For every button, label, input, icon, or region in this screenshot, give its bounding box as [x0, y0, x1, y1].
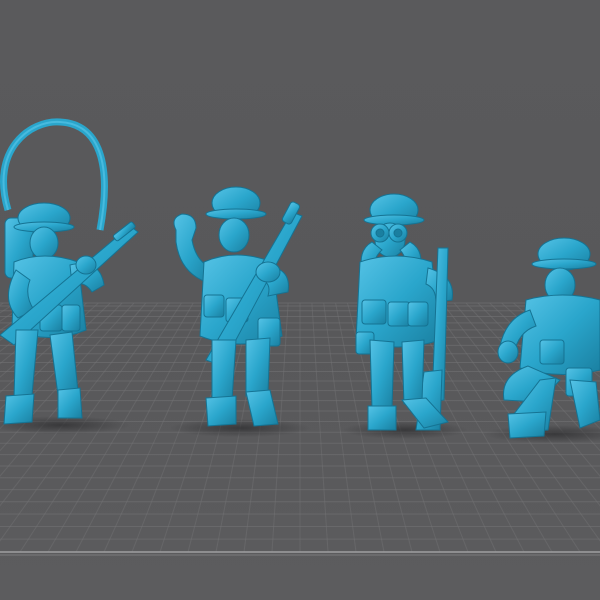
model-soldier-binoculars[interactable] — [355, 193, 453, 431]
scene-canvas — [0, 118, 600, 556]
model-soldier-aiming-rifle[interactable] — [0, 118, 139, 425]
model-soldier-kneeling[interactable] — [497, 237, 600, 439]
grid-line — [311, 302, 329, 553]
3d-viewport[interactable] — [0, 0, 600, 600]
